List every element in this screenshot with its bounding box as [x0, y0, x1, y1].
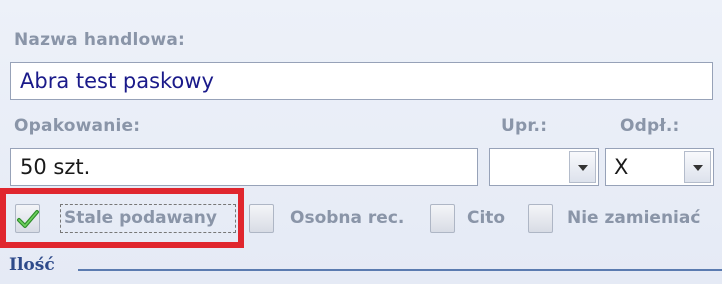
osobna-rec-checkbox[interactable]	[249, 204, 274, 233]
chevron-down-icon[interactable]	[684, 151, 711, 183]
odpl-value: X	[614, 155, 629, 179]
packaging-label: Opakowanie:	[14, 116, 141, 136]
nie-zamieniac-label[interactable]: Nie zamieniać	[567, 205, 700, 231]
upr-label: Upr.:	[501, 116, 548, 136]
highlight-box	[0, 188, 244, 248]
group-divider	[78, 269, 722, 271]
cito-label[interactable]: Cito	[467, 205, 505, 231]
trade-name-label: Nazwa handlowa:	[14, 30, 186, 50]
nie-zamieniac-checkbox[interactable]	[528, 204, 553, 233]
odpl-select[interactable]: X	[605, 148, 714, 186]
packaging-input[interactable]: 50 szt.	[10, 148, 478, 186]
osobna-rec-label[interactable]: Osobna rec.	[290, 205, 404, 231]
odpl-label: Odpł.:	[620, 116, 680, 136]
cito-checkbox[interactable]	[430, 204, 455, 233]
trade-name-input[interactable]: Abra test paskowy	[10, 62, 713, 100]
quantity-group-label: Ilość	[9, 255, 55, 275]
chevron-down-icon[interactable]	[569, 151, 596, 183]
upr-select[interactable]	[489, 148, 599, 186]
prescription-panel: Nazwa handlowa: Abra test paskowy Opakow…	[0, 0, 722, 284]
